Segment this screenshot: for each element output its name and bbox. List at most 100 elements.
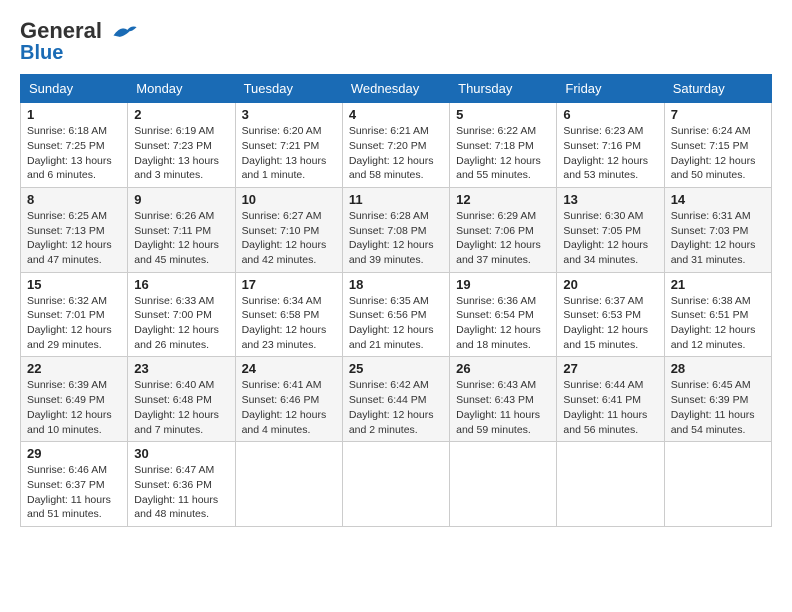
day-number: 12: [456, 192, 550, 207]
day-number: 17: [242, 277, 336, 292]
day-info: Sunrise: 6:18 AMSunset: 7:25 PMDaylight:…: [27, 124, 121, 183]
calendar-cell: 14 Sunrise: 6:31 AMSunset: 7:03 PMDayligh…: [664, 187, 771, 272]
day-info: Sunrise: 6:19 AMSunset: 7:23 PMDaylight:…: [134, 124, 228, 183]
day-info: Sunrise: 6:26 AMSunset: 7:11 PMDaylight:…: [134, 209, 228, 268]
day-number: 8: [27, 192, 121, 207]
header: General Blue: [20, 16, 772, 64]
calendar-cell: 27 Sunrise: 6:44 AMSunset: 6:41 PMDayligh…: [557, 357, 664, 442]
calendar-cell: [450, 442, 557, 527]
calendar-cell: 9 Sunrise: 6:26 AMSunset: 7:11 PMDaylight…: [128, 187, 235, 272]
day-number: 7: [671, 107, 765, 122]
calendar-cell: 30 Sunrise: 6:47 AMSunset: 6:36 PMDayligh…: [128, 442, 235, 527]
day-number: 23: [134, 361, 228, 376]
day-number: 11: [349, 192, 443, 207]
day-number: 22: [27, 361, 121, 376]
logo-blue-text: Blue: [20, 42, 63, 64]
day-number: 25: [349, 361, 443, 376]
calendar-cell: 11 Sunrise: 6:28 AMSunset: 7:08 PMDayligh…: [342, 187, 449, 272]
calendar-cell: 7 Sunrise: 6:24 AMSunset: 7:15 PMDaylight…: [664, 103, 771, 188]
day-number: 18: [349, 277, 443, 292]
day-number: 3: [242, 107, 336, 122]
day-info: Sunrise: 6:27 AMSunset: 7:10 PMDaylight:…: [242, 209, 336, 268]
day-number: 1: [27, 107, 121, 122]
day-info: Sunrise: 6:44 AMSunset: 6:41 PMDaylight:…: [563, 378, 657, 437]
calendar-cell: 4 Sunrise: 6:21 AMSunset: 7:20 PMDaylight…: [342, 103, 449, 188]
calendar-week-row: 15 Sunrise: 6:32 AMSunset: 7:01 PMDayligh…: [21, 272, 772, 357]
day-number: 5: [456, 107, 550, 122]
calendar-header-row: SundayMondayTuesdayWednesdayThursdayFrid…: [21, 75, 772, 103]
calendar-cell: 3 Sunrise: 6:20 AMSunset: 7:21 PMDaylight…: [235, 103, 342, 188]
day-number: 4: [349, 107, 443, 122]
calendar-cell: 19Sunrise: 6:36 AMSunset: 6:54 PMDayligh…: [450, 272, 557, 357]
calendar-cell: 15 Sunrise: 6:32 AMSunset: 7:01 PMDayligh…: [21, 272, 128, 357]
calendar-cell: 21 Sunrise: 6:38 AMSunset: 6:51 PMDayligh…: [664, 272, 771, 357]
calendar-cell: 20Sunrise: 6:37 AMSunset: 6:53 PMDayligh…: [557, 272, 664, 357]
logo-bird-icon: [110, 21, 138, 43]
day-of-week-header: Sunday: [21, 75, 128, 103]
day-info: Sunrise: 6:39 AMSunset: 6:49 PMDaylight:…: [27, 378, 121, 437]
calendar-cell: 1 Sunrise: 6:18 AMSunset: 7:25 PMDaylight…: [21, 103, 128, 188]
calendar-cell: 18Sunrise: 6:35 AMSunset: 6:56 PMDayligh…: [342, 272, 449, 357]
day-number: 6: [563, 107, 657, 122]
day-number: 30: [134, 446, 228, 461]
calendar-body: 1 Sunrise: 6:18 AMSunset: 7:25 PMDaylight…: [21, 103, 772, 527]
logo-text: General: [20, 20, 138, 43]
day-info: Sunrise: 6:45 AMSunset: 6:39 PMDaylight:…: [671, 378, 765, 437]
calendar-cell: [342, 442, 449, 527]
calendar-cell: 12 Sunrise: 6:29 AMSunset: 7:06 PMDayligh…: [450, 187, 557, 272]
calendar-cell: 29Sunrise: 6:46 AMSunset: 6:37 PMDayligh…: [21, 442, 128, 527]
calendar-week-row: 22 Sunrise: 6:39 AMSunset: 6:49 PMDayligh…: [21, 357, 772, 442]
day-info: Sunrise: 6:31 AMSunset: 7:03 PMDaylight:…: [671, 209, 765, 268]
calendar-cell: 5Sunrise: 6:22 AMSunset: 7:18 PMDaylight…: [450, 103, 557, 188]
day-info: Sunrise: 6:47 AMSunset: 6:36 PMDaylight:…: [134, 463, 228, 522]
calendar-cell: 16Sunrise: 6:33 AMSunset: 7:00 PMDayligh…: [128, 272, 235, 357]
calendar-week-row: 8 Sunrise: 6:25 AMSunset: 7:13 PMDaylight…: [21, 187, 772, 272]
day-number: 15: [27, 277, 121, 292]
day-of-week-header: Tuesday: [235, 75, 342, 103]
day-number: 10: [242, 192, 336, 207]
day-info: Sunrise: 6:32 AMSunset: 7:01 PMDaylight:…: [27, 294, 121, 353]
day-number: 24: [242, 361, 336, 376]
day-number: 19: [456, 277, 550, 292]
calendar-cell: 13Sunrise: 6:30 AMSunset: 7:05 PMDayligh…: [557, 187, 664, 272]
calendar-cell: 2Sunrise: 6:19 AMSunset: 7:23 PMDaylight…: [128, 103, 235, 188]
calendar-table: SundayMondayTuesdayWednesdayThursdayFrid…: [20, 74, 772, 527]
calendar-cell: 23Sunrise: 6:40 AMSunset: 6:48 PMDayligh…: [128, 357, 235, 442]
day-number: 28: [671, 361, 765, 376]
day-info: Sunrise: 6:23 AMSunset: 7:16 PMDaylight:…: [563, 124, 657, 183]
day-info: Sunrise: 6:46 AMSunset: 6:37 PMDaylight:…: [27, 463, 121, 522]
calendar-cell: [664, 442, 771, 527]
calendar-cell: 28 Sunrise: 6:45 AMSunset: 6:39 PMDayligh…: [664, 357, 771, 442]
day-info: Sunrise: 6:38 AMSunset: 6:51 PMDaylight:…: [671, 294, 765, 353]
calendar-cell: 22 Sunrise: 6:39 AMSunset: 6:49 PMDayligh…: [21, 357, 128, 442]
day-info: Sunrise: 6:41 AMSunset: 6:46 PMDaylight:…: [242, 378, 336, 437]
calendar-cell: 10 Sunrise: 6:27 AMSunset: 7:10 PMDayligh…: [235, 187, 342, 272]
calendar-cell: 25Sunrise: 6:42 AMSunset: 6:44 PMDayligh…: [342, 357, 449, 442]
day-info: Sunrise: 6:34 AMSunset: 6:58 PMDaylight:…: [242, 294, 336, 353]
day-number: 13: [563, 192, 657, 207]
calendar-cell: 8 Sunrise: 6:25 AMSunset: 7:13 PMDaylight…: [21, 187, 128, 272]
day-info: Sunrise: 6:21 AMSunset: 7:20 PMDaylight:…: [349, 124, 443, 183]
calendar-week-row: 29Sunrise: 6:46 AMSunset: 6:37 PMDayligh…: [21, 442, 772, 527]
day-info: Sunrise: 6:28 AMSunset: 7:08 PMDaylight:…: [349, 209, 443, 268]
day-info: Sunrise: 6:24 AMSunset: 7:15 PMDaylight:…: [671, 124, 765, 183]
day-number: 9: [134, 192, 228, 207]
day-number: 14: [671, 192, 765, 207]
day-number: 20: [563, 277, 657, 292]
calendar-cell: 26Sunrise: 6:43 AMSunset: 6:43 PMDayligh…: [450, 357, 557, 442]
calendar-cell: 17 Sunrise: 6:34 AMSunset: 6:58 PMDayligh…: [235, 272, 342, 357]
calendar-week-row: 1 Sunrise: 6:18 AMSunset: 7:25 PMDaylight…: [21, 103, 772, 188]
day-number: 16: [134, 277, 228, 292]
logo: General Blue: [20, 20, 138, 64]
day-info: Sunrise: 6:25 AMSunset: 7:13 PMDaylight:…: [27, 209, 121, 268]
day-info: Sunrise: 6:29 AMSunset: 7:06 PMDaylight:…: [456, 209, 550, 268]
day-number: 21: [671, 277, 765, 292]
calendar-cell: 24 Sunrise: 6:41 AMSunset: 6:46 PMDayligh…: [235, 357, 342, 442]
day-of-week-header: Wednesday: [342, 75, 449, 103]
day-info: Sunrise: 6:20 AMSunset: 7:21 PMDaylight:…: [242, 124, 336, 183]
day-number: 27: [563, 361, 657, 376]
calendar-cell: [235, 442, 342, 527]
day-of-week-header: Thursday: [450, 75, 557, 103]
calendar-cell: 6 Sunrise: 6:23 AMSunset: 7:16 PMDaylight…: [557, 103, 664, 188]
day-info: Sunrise: 6:43 AMSunset: 6:43 PMDaylight:…: [456, 378, 550, 437]
